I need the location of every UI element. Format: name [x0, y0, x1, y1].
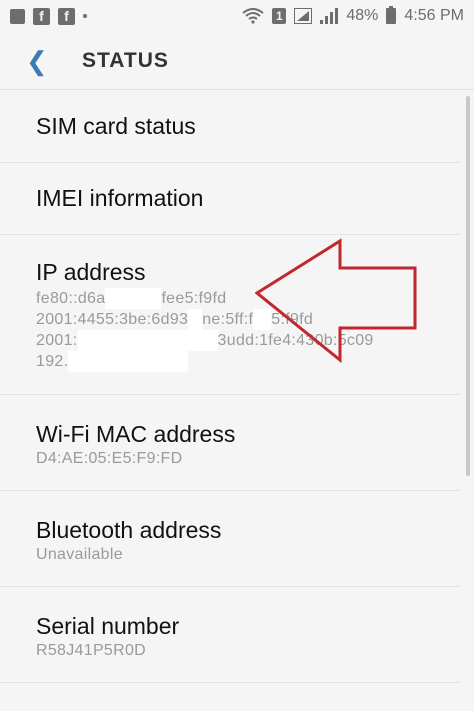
redaction	[188, 309, 203, 330]
signal-bars-icon	[320, 8, 339, 24]
scrollbar[interactable]	[466, 96, 470, 476]
page-title: STATUS	[82, 48, 169, 72]
redaction	[105, 288, 162, 309]
item-label: Serial number	[36, 613, 180, 639]
item-value: D4:AE:05:E5:F9:FD	[36, 450, 183, 467]
gallery-icon	[10, 8, 25, 24]
item-value: Unavailable	[36, 546, 123, 563]
signal-icon	[294, 8, 313, 24]
battery-percent: 48%	[346, 7, 379, 24]
item-label: Wi-Fi MAC address	[36, 421, 236, 447]
status-list: SIM card status IMEI information IP addr…	[0, 91, 460, 683]
item-label: Bluetooth address	[36, 517, 222, 543]
item-label: SIM card status	[36, 113, 196, 139]
redaction	[68, 351, 189, 372]
clock: 4:56 PM	[404, 7, 464, 24]
wifi-icon	[242, 8, 264, 24]
system-icons: 1 48% 4:56 PM	[242, 6, 464, 25]
sim-badge: 1	[272, 8, 287, 24]
more-notifications-icon	[83, 14, 87, 18]
item-value: R58J41P5R0D	[36, 642, 147, 659]
item-label: IMEI information	[36, 185, 204, 211]
battery-icon	[386, 6, 397, 24]
list-item-wifi-mac[interactable]: Wi-Fi MAC address D4:AE:05:E5:F9:FD	[0, 395, 460, 491]
list-item-bluetooth[interactable]: Bluetooth address Unavailable	[0, 491, 460, 587]
annotation-arrow-icon	[255, 238, 417, 364]
list-item-imei[interactable]: IMEI information	[0, 163, 460, 235]
list-item-sim-status[interactable]: SIM card status	[0, 91, 460, 163]
facebook-icon: f	[58, 7, 75, 25]
facebook-icon: f	[33, 7, 50, 25]
app-bar: ❮ STATUS	[0, 32, 474, 90]
notification-icons: f f	[10, 7, 87, 25]
back-icon[interactable]: ❮	[26, 48, 56, 74]
status-bar: f f 1 48% 4:56 PM	[0, 0, 474, 32]
list-item-serial[interactable]: Serial number R58J41P5R0D	[0, 587, 460, 683]
redaction	[77, 330, 218, 351]
